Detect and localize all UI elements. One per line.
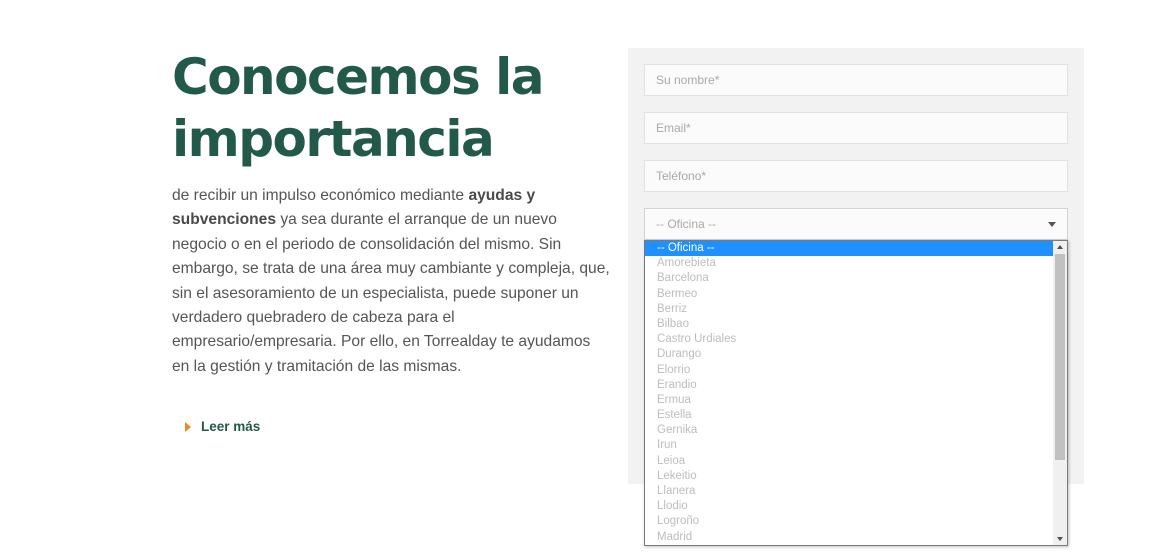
office-option[interactable]: -- Oficina -- [645,241,1053,257]
name-placeholder: Su nombre* [656,73,720,87]
scrollbar-thumb[interactable] [1055,254,1065,460]
office-option[interactable]: Ermua [645,393,1053,408]
office-option[interactable]: Bermeo [645,287,1053,302]
office-option[interactable]: Barcelona [645,271,1053,286]
office-option[interactable]: Erandio [645,378,1053,393]
office-option[interactable]: Llanera [645,484,1053,499]
office-select[interactable]: -- Oficina -- [644,208,1068,240]
scroll-up-arrow-icon[interactable] [1053,241,1067,253]
page-title-line-1: Conocemos la [172,48,545,106]
phone-placeholder: Teléfono* [656,169,707,183]
office-option[interactable]: Leioa [645,454,1053,469]
office-select-value: -- Oficina -- [656,217,716,231]
office-option[interactable]: Madrid [645,530,1053,545]
office-option[interactable]: Amorebieta [645,256,1053,271]
intro-text-part-1: de recibir un impulso económico mediante [172,187,469,204]
office-option[interactable]: Lekeitio [645,469,1053,484]
office-option[interactable]: Logroño [645,514,1053,529]
office-option[interactable]: Gernika [645,423,1053,438]
intro-paragraph: de recibir un impulso económico mediante… [172,184,612,379]
office-option[interactable]: Durango [645,347,1053,362]
office-option[interactable]: Elorrio [645,363,1053,378]
name-input[interactable]: Su nombre* [644,64,1068,96]
office-option[interactable]: Irun [645,438,1053,453]
office-option[interactable]: Berriz [645,302,1053,317]
chevron-down-icon [1048,222,1056,227]
office-option[interactable]: Llodio [645,499,1053,514]
office-dropdown-list[interactable]: -- Oficina -- Amorebieta Barcelona Bermeo Be… [644,240,1068,546]
dropdown-scrollbar[interactable] [1053,241,1067,545]
read-more-label: Leer más [201,419,261,434]
phone-input[interactable]: Teléfono* [644,160,1068,192]
page-title-line-2: importancia [172,110,495,168]
intro-text-part-2: ya sea durante el arranque de un nuevo n… [172,211,610,375]
office-option[interactable]: Castro Urdiales [645,332,1053,347]
email-input[interactable]: Email* [644,112,1068,144]
office-option[interactable]: Estella [645,408,1053,423]
intro-section: Conocemos la importancia de recibir un i… [172,46,612,379]
office-options: -- Oficina -- Amorebieta Barcelona Bermeo Be… [645,241,1067,545]
scroll-down-arrow-icon[interactable] [1053,533,1067,545]
page-title: Conocemos la importancia [172,46,612,170]
read-more-link[interactable]: Leer más [185,419,260,434]
office-option[interactable]: Bilbao [645,317,1053,332]
email-placeholder: Email* [656,121,691,135]
caret-right-icon [185,421,191,432]
